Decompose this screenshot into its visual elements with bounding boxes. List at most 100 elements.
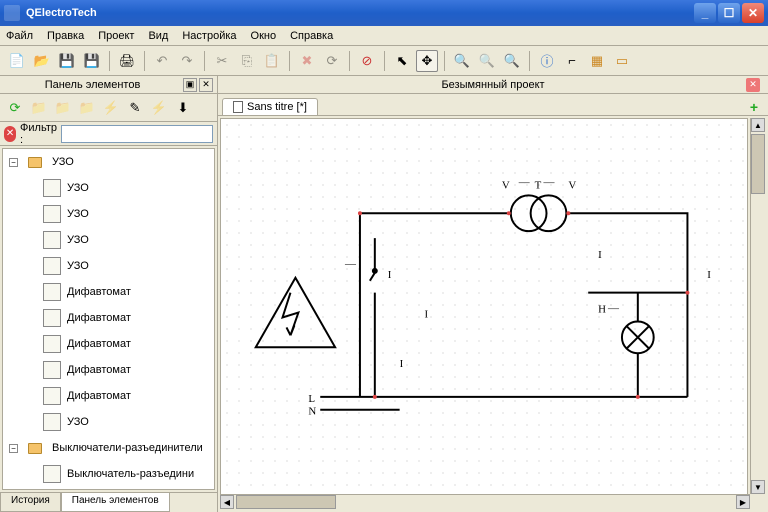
panel-close-button[interactable]: ✕: [199, 78, 213, 92]
frame-button[interactable]: ▭: [611, 50, 633, 72]
collapse-icon[interactable]: −: [9, 444, 18, 453]
menu-window[interactable]: Окно: [251, 30, 277, 42]
element-icon: [43, 283, 61, 301]
newel-button[interactable]: ⚡: [100, 97, 122, 119]
filter-label: Фильтр :: [20, 122, 57, 146]
element-tree[interactable]: − УЗО УЗОУЗОУЗОУЗОДифавтоматДифавтоматДи…: [2, 148, 215, 490]
add-tab-button[interactable]: +: [746, 99, 762, 115]
newcat-button[interactable]: 📁: [28, 97, 50, 119]
zoomfit-button[interactable]: 🔍: [501, 50, 523, 72]
tree-item[interactable]: УЗО: [3, 409, 214, 435]
zoomout-button[interactable]: 🔍: [476, 50, 498, 72]
element-icon: [43, 465, 61, 483]
menu-file[interactable]: Файл: [6, 30, 33, 42]
svg-text:L: L: [308, 393, 315, 405]
import-button[interactable]: ⬇: [172, 97, 194, 119]
element-icon: [43, 205, 61, 223]
tree-item[interactable]: Дифавтомат: [3, 305, 214, 331]
tree-item[interactable]: Дифавтомат: [3, 279, 214, 305]
svg-text:H: H: [598, 304, 606, 316]
panel-float-button[interactable]: ▣: [183, 78, 197, 92]
select-tool[interactable]: ⬉: [391, 50, 413, 72]
project-header: Безымянный проект ✕: [218, 76, 768, 94]
delcat-button[interactable]: 📁: [76, 97, 98, 119]
panel-title: Панель элементов: [45, 79, 141, 91]
svg-text:__: __: [607, 299, 619, 311]
scroll-thumb[interactable]: [236, 495, 336, 509]
minimize-button[interactable]: _: [694, 3, 716, 23]
filter-input[interactable]: [61, 125, 213, 143]
panel-toolbar: ⟳ 📁 📁 📁 ⚡ ✎ ⚡ ⬇: [0, 94, 217, 122]
svg-text:I: I: [400, 358, 404, 370]
cut-button[interactable]: ✂: [211, 50, 233, 72]
copy-button[interactable]: ⎘: [236, 50, 258, 72]
element-icon: [43, 179, 61, 197]
filter-row: ✕ Фильтр :: [0, 122, 217, 146]
clear-filter-button[interactable]: ✕: [4, 126, 16, 142]
stop-button[interactable]: ⊘: [356, 50, 378, 72]
delel-button[interactable]: ⚡: [148, 97, 170, 119]
project-close-button[interactable]: ✕: [746, 78, 760, 92]
tree-item[interactable]: Дифавтомат: [3, 331, 214, 357]
tree-item[interactable]: Дифавтомат: [3, 383, 214, 409]
diagram-tab[interactable]: Sans titre [*]: [222, 98, 318, 115]
tree-item[interactable]: УЗО: [3, 253, 214, 279]
menu-edit[interactable]: Правка: [47, 30, 84, 42]
info-button[interactable]: ⓘ: [536, 50, 558, 72]
scroll-left-icon[interactable]: ◀: [220, 495, 234, 509]
scroll-right-icon[interactable]: ▶: [736, 495, 750, 509]
editcat-button[interactable]: 📁: [52, 97, 74, 119]
scroll-down-icon[interactable]: ▼: [751, 480, 765, 494]
collapse-icon[interactable]: −: [9, 158, 18, 167]
rotate-button[interactable]: ⟳: [321, 50, 343, 72]
print-button[interactable]: 🖨: [116, 50, 138, 72]
tree-item[interactable]: УЗО: [3, 227, 214, 253]
close-button[interactable]: ✕: [742, 3, 764, 23]
tree-item[interactable]: Дифавтомат: [3, 357, 214, 383]
svg-text:V: V: [502, 179, 510, 191]
tab-elements[interactable]: Панель элементов: [61, 493, 170, 512]
new-button[interactable]: 📄: [6, 50, 28, 72]
elements-panel: Панель элементов ▣ ✕ ⟳ 📁 📁 📁 ⚡ ✎ ⚡ ⬇ ✕ Ф…: [0, 76, 218, 512]
titleblock-button[interactable]: ▦: [586, 50, 608, 72]
menu-settings[interactable]: Настройка: [182, 30, 236, 42]
svg-text:I: I: [388, 269, 392, 281]
workspace: Безымянный проект ✕ Sans titre [*] +: [218, 76, 768, 512]
move-tool[interactable]: ✥: [416, 50, 438, 72]
zoomin-button[interactable]: 🔍: [451, 50, 473, 72]
tree-item[interactable]: УЗО: [3, 175, 214, 201]
save-button[interactable]: 💾: [56, 50, 78, 72]
element-icon: [43, 413, 61, 431]
redo-button[interactable]: ↷: [176, 50, 198, 72]
edit-button[interactable]: ✎: [124, 97, 146, 119]
tree-item[interactable]: УЗО: [3, 201, 214, 227]
paste-button[interactable]: 📋: [261, 50, 283, 72]
open-button[interactable]: 📂: [31, 50, 53, 72]
scroll-thumb[interactable]: [751, 134, 765, 194]
diagram-canvas[interactable]: V T V ____ __ I I I I I H __ L N: [220, 118, 748, 510]
saveas-button[interactable]: 💾: [81, 50, 103, 72]
tree-folder[interactable]: − Выключатели-разъединители: [3, 435, 214, 461]
menu-help[interactable]: Справка: [290, 30, 333, 42]
menu-bar: Файл Правка Проект Вид Настройка Окно Сп…: [0, 26, 768, 46]
element-icon: [43, 335, 61, 353]
svg-text:I: I: [707, 269, 711, 281]
maximize-button[interactable]: ☐: [718, 3, 740, 23]
document-icon: [233, 101, 243, 113]
delete-button[interactable]: ✖: [296, 50, 318, 72]
tree-item[interactable]: Выключатель-разъедини: [3, 461, 214, 487]
wire-tool[interactable]: ⌐: [561, 50, 583, 72]
tab-history[interactable]: История: [0, 493, 61, 512]
element-icon: [43, 387, 61, 405]
menu-project[interactable]: Проект: [98, 30, 134, 42]
main-toolbar: 📄 📂 💾 💾 🖨 ↶ ↷ ✂ ⎘ 📋 ✖ ⟳ ⊘ ⬉ ✥ 🔍 🔍 🔍 ⓘ ⌐ …: [0, 46, 768, 76]
tree-folder[interactable]: − УЗО: [3, 149, 214, 175]
menu-view[interactable]: Вид: [148, 30, 168, 42]
scroll-up-icon[interactable]: ▲: [751, 118, 765, 132]
reload-button[interactable]: ⟳: [4, 97, 26, 119]
horizontal-scrollbar[interactable]: ◀ ▶: [220, 494, 750, 510]
svg-text:__: __: [344, 254, 356, 266]
svg-text:__: __: [543, 173, 555, 185]
undo-button[interactable]: ↶: [151, 50, 173, 72]
vertical-scrollbar[interactable]: ▲ ▼: [750, 118, 766, 494]
